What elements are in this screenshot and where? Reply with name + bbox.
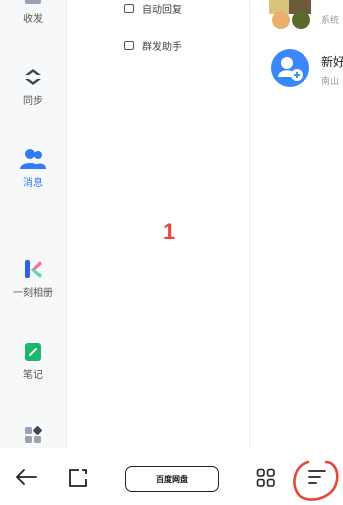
sidebar-item-label: 一刻相册	[13, 288, 53, 299]
sidebar-item-more[interactable]	[0, 426, 66, 444]
sidebar-item-label: 消息	[23, 178, 43, 189]
apps-icon[interactable]	[256, 468, 276, 488]
auto-reply-icon	[124, 4, 134, 13]
menu-item-auto-reply[interactable]: 自动回复	[124, 1, 182, 16]
sidebar-item-label: 笔记	[23, 370, 43, 381]
new-friend-avatar[interactable]	[271, 49, 309, 87]
menu-item-label: 群发助手	[142, 42, 182, 53]
contacts-icon	[20, 149, 46, 169]
sidebar-item-label: 收发	[23, 14, 43, 25]
column-divider	[249, 0, 250, 448]
add-contact-icon	[278, 57, 303, 81]
contact-name: 新好	[321, 55, 343, 69]
back-arrow-icon[interactable]	[15, 468, 37, 486]
sidebar-item-messages[interactable]: 消息	[0, 148, 66, 189]
sidebar: 收发 同步 消息 一刻相册 笔记	[0, 0, 66, 448]
inbox-icon	[25, 0, 41, 4]
apps-grid-icon	[25, 426, 42, 443]
home-pill-button[interactable]: 百度网盘	[125, 466, 219, 492]
contact-subtitle: 南山	[321, 77, 340, 87]
sidebar-item-label: 同步	[23, 96, 43, 107]
album-icon	[25, 260, 42, 278]
menu-item-label: 自动回复	[142, 5, 182, 16]
sidebar-item-album[interactable]: 一刻相册	[0, 258, 66, 299]
annotation-circle	[293, 460, 339, 501]
sidebar-divider	[66, 0, 67, 448]
sidebar-item-inbox[interactable]: 收发	[0, 0, 66, 25]
annotation-number: 1	[163, 219, 176, 244]
window-icon[interactable]	[68, 468, 88, 488]
sync-icon	[25, 69, 41, 85]
system-avatar-icon	[269, 0, 311, 29]
bottom-nav-bar: 百度网盘	[0, 448, 343, 505]
menu-item-broadcast[interactable]: 群发助手	[124, 38, 182, 53]
sidebar-item-sync[interactable]: 同步	[0, 66, 66, 107]
note-icon	[25, 343, 41, 361]
broadcast-icon	[124, 41, 134, 50]
sidebar-item-notes[interactable]: 笔记	[0, 342, 66, 381]
contact-subtitle: 系统	[321, 16, 340, 26]
